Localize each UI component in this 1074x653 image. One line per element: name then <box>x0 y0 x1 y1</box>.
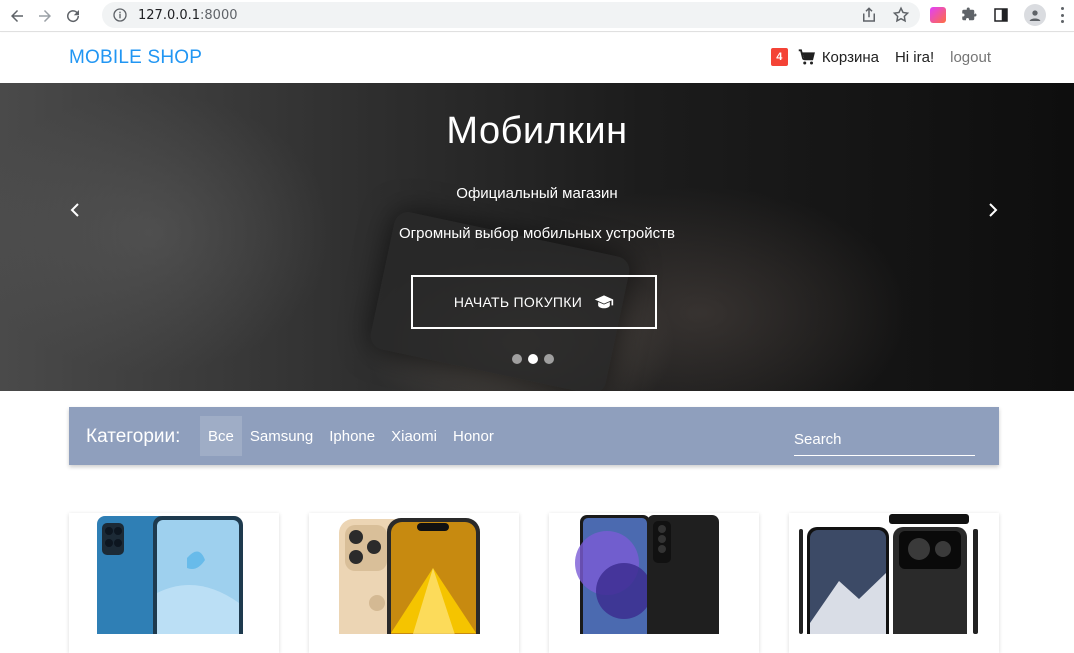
product-image <box>575 515 719 645</box>
start-shopping-button[interactable]: НАЧАТЬ ПОКУПКИ <box>411 275 657 329</box>
category-xiaomi[interactable]: Xiaomi <box>383 416 445 456</box>
shopping-cart-icon <box>798 49 815 65</box>
product-card[interactable] <box>549 513 759 653</box>
url-text[interactable]: 127.0.0.1:8000 <box>138 8 238 23</box>
carousel-dot[interactable] <box>512 354 522 364</box>
brand-logo[interactable]: MOBILE SHOP <box>69 47 202 69</box>
categories-label: Категории: <box>86 426 181 447</box>
carousel-indicators <box>512 354 554 364</box>
graduation-cap-icon <box>594 295 614 309</box>
extension-icon[interactable] <box>930 7 946 23</box>
category-all[interactable]: Все <box>200 416 242 456</box>
start-shopping-label: НАЧАТЬ ПОКУПКИ <box>453 294 583 310</box>
category-honor[interactable]: Honor <box>445 416 502 456</box>
category-bar: Категории: Все Samsung Iphone Xiaomi Hon… <box>69 407 999 465</box>
carousel-dot-active[interactable] <box>528 354 538 364</box>
hero-carousel: Мобилкин Официальный магазин Огромный вы… <box>0 83 1074 391</box>
puzzle-icon[interactable] <box>960 6 978 24</box>
sidebar-icon[interactable] <box>992 6 1010 24</box>
product-card[interactable] <box>789 513 999 653</box>
hero-subtitle: Официальный магазин <box>456 185 618 202</box>
nav-right: 4 Корзина Hi ira! logout <box>770 48 991 66</box>
product-image <box>97 516 243 646</box>
cart-count-badge: 4 <box>770 48 788 66</box>
info-icon[interactable] <box>112 7 128 23</box>
carousel-prev-icon[interactable] <box>68 201 82 219</box>
product-image <box>799 514 978 647</box>
site-navbar: MOBILE SHOP 4 Корзина Hi ira! logout <box>0 33 1074 83</box>
share-icon[interactable] <box>860 6 878 24</box>
browser-toolbar: 127.0.0.1:8000 <box>0 0 1074 32</box>
profile-icon[interactable] <box>1024 4 1046 26</box>
reload-icon[interactable] <box>60 3 86 29</box>
category-iphone[interactable]: Iphone <box>321 416 383 456</box>
logout-link[interactable]: logout <box>950 49 991 66</box>
category-samsung[interactable]: Samsung <box>242 416 321 456</box>
user-greeting[interactable]: Hi ira! <box>895 49 934 66</box>
menu-icon[interactable] <box>1060 7 1064 23</box>
hero-title: Мобилкин <box>446 110 628 152</box>
product-card[interactable] <box>309 513 519 653</box>
back-icon[interactable] <box>4 3 30 29</box>
address-bar[interactable]: 127.0.0.1:8000 <box>102 2 920 28</box>
hero-description: Огромный выбор мобильных устройств <box>399 225 675 242</box>
product-image <box>339 518 480 649</box>
product-card[interactable] <box>69 513 279 653</box>
carousel-next-icon[interactable] <box>986 201 1000 219</box>
carousel-dot[interactable] <box>544 354 554 364</box>
star-icon[interactable] <box>892 6 910 24</box>
cart-link[interactable]: 4 Корзина <box>770 48 879 66</box>
category-links: Все Samsung Iphone Xiaomi Honor <box>200 416 502 456</box>
cart-label: Корзина <box>821 48 879 66</box>
search-field <box>794 425 975 456</box>
forward-icon[interactable] <box>32 3 58 29</box>
search-input[interactable] <box>794 425 975 453</box>
